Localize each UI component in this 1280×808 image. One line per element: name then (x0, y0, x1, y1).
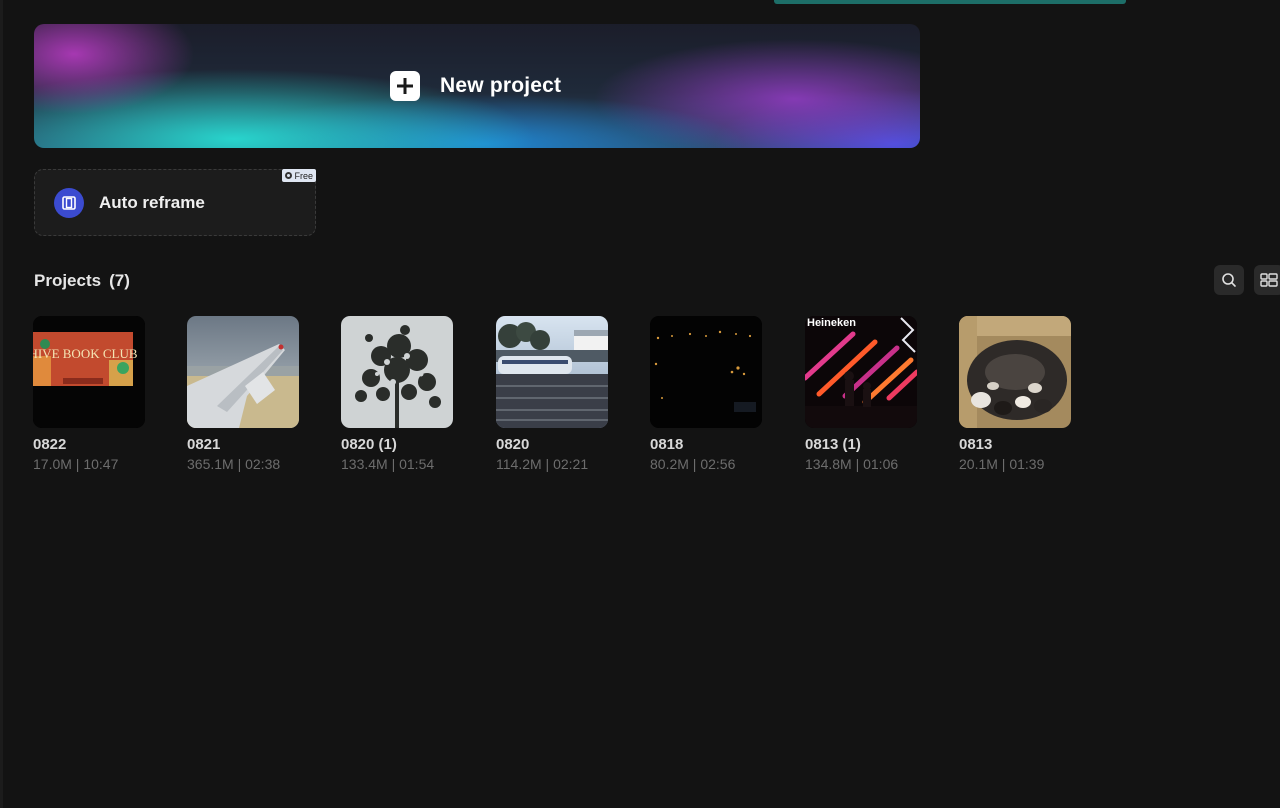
project-meta: 17.0M | 10:47 (33, 456, 119, 472)
free-badge-label: Free (294, 170, 313, 181)
project-card-0813[interactable]: 0813 20.1M | 01:39 (959, 316, 1071, 472)
project-name: 0820 (496, 436, 530, 453)
project-meta: 365.1M | 02:38 (187, 456, 281, 472)
reframe-icon (54, 188, 84, 218)
project-thumbnail (650, 316, 762, 428)
auto-reframe-button[interactable]: Auto reframe Free (34, 169, 316, 236)
new-project-label: New project (440, 74, 562, 97)
thumb-text-heineken: Heineken (807, 317, 856, 329)
projects-title: Projects (34, 271, 102, 290)
project-name: 0820 (1) (341, 436, 397, 453)
auto-reframe-label: Auto reframe (99, 193, 205, 212)
project-thumbnail (341, 316, 453, 428)
project-card-0820[interactable]: 0820 114.2M | 02:21 (496, 316, 608, 472)
grid-view-icon (1260, 273, 1278, 287)
project-card-0820-1[interactable]: 0820 (1) 133.4M | 01:54 (341, 316, 453, 472)
search-icon (1222, 273, 1236, 287)
project-meta: 133.4M | 01:54 (341, 456, 435, 472)
project-meta: 134.8M | 01:06 (805, 456, 899, 472)
project-name: 0813 (959, 436, 993, 453)
project-name: 0813 (1) (805, 436, 861, 453)
project-card-0822[interactable]: HIVE BOOK CLUB 0822 17.0M | 10:47 (33, 316, 145, 472)
project-thumbnail (959, 316, 1071, 428)
left-edge (0, 0, 3, 808)
project-meta: 80.2M | 02:56 (650, 456, 736, 472)
projects-count: (7) (109, 271, 130, 290)
project-thumbnail (496, 316, 608, 428)
search-button[interactable] (1214, 265, 1244, 295)
projects-header: Projects (7) (34, 271, 130, 291)
project-name: 0822 (33, 436, 67, 453)
project-card-0821[interactable]: 0821 365.1M | 02:38 (187, 316, 299, 472)
plus-icon (390, 71, 420, 101)
project-name: 0818 (650, 436, 684, 453)
free-badge-icon (285, 172, 293, 179)
project-name: 0821 (187, 436, 221, 453)
grid-view-button[interactable] (1254, 265, 1280, 295)
thumb-text-book-club: HIVE BOOK CLUB (33, 346, 138, 361)
project-card-0813-1[interactable]: Heineken 0813 (1) 134.8M | 01:06 (805, 316, 917, 472)
project-card-0818[interactable]: 0818 80.2M | 02:56 (650, 316, 762, 472)
project-thumbnail: Heineken (805, 316, 917, 428)
top-accent-bar (774, 0, 1126, 4)
project-thumbnail (187, 316, 299, 428)
project-meta: 20.1M | 01:39 (959, 456, 1045, 472)
project-thumbnail: HIVE BOOK CLUB (33, 316, 145, 428)
project-meta: 114.2M | 02:21 (496, 456, 589, 472)
new-project-button[interactable]: New project (34, 24, 920, 148)
free-badge: Free (282, 169, 316, 182)
